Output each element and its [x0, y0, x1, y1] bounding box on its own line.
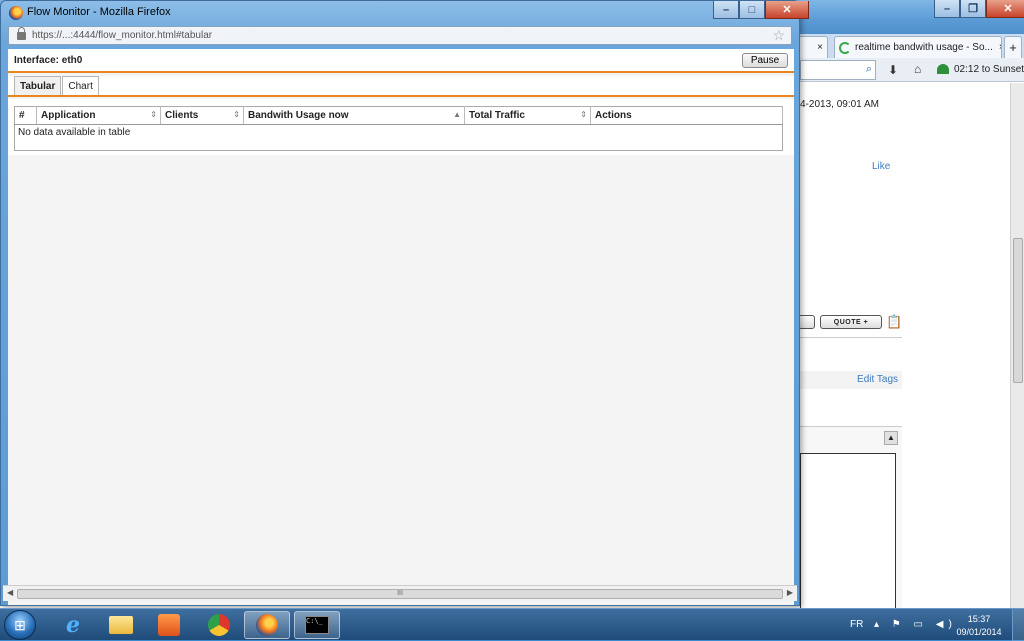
clock-time: 15:37: [967, 614, 991, 624]
edit-tags-link[interactable]: Edit Tags: [857, 374, 898, 385]
interface-bar: Interface: eth0 Pause: [8, 49, 794, 73]
minimize-button[interactable]: –: [934, 0, 960, 18]
start-button[interactable]: ⊞: [4, 610, 36, 640]
lock-icon: [17, 26, 26, 40]
sort-icon: ⇕: [150, 110, 157, 119]
minimize-button[interactable]: –: [713, 1, 739, 19]
multi-quote-icon[interactable]: 📋: [886, 314, 902, 330]
media-player-icon[interactable]: [146, 611, 192, 639]
table-panel: # Application ⇕ Clients ⇕ Bandwith Usage n…: [8, 99, 794, 155]
sunset-countdown: 02:12 to Sunset: [954, 64, 1024, 75]
view-tabs: Tabular Chart: [8, 76, 794, 97]
flow-monitor-window: Flow Monitor - Mozilla Firefox – □ ✕ htt…: [0, 0, 809, 606]
tab-tabular[interactable]: Tabular: [14, 76, 62, 95]
background-url-field[interactable]: ⌕: [800, 60, 876, 80]
file-explorer-icon[interactable]: [98, 611, 144, 639]
sort-icon: ⇕: [233, 110, 240, 119]
background-navbar: ⌕ ⬇ ⌂ 02:12 to Sunset: [800, 58, 1024, 82]
restore-button[interactable]: ❐: [960, 0, 986, 18]
tab-realtime-bandwith[interactable]: realtime bandwith usage - So... ×: [834, 36, 1002, 58]
table-header-row: # Application ⇕ Clients ⇕ Bandwith Usage n…: [14, 106, 783, 125]
empty-table-message: No data available in table: [18, 127, 131, 138]
scrollbar-thumb[interactable]: [1013, 238, 1023, 383]
pause-button[interactable]: Pause: [742, 53, 788, 68]
sunset-icon: [937, 64, 949, 74]
background-page-content: 4-2013, 09:01 AM Like QUOTE + 📋 Edit Tag…: [798, 83, 1024, 609]
scrollbar-grip: III: [397, 590, 403, 597]
url-text[interactable]: https://...:4444/flow_monitor.html#tabul…: [32, 30, 772, 41]
table-row: No data available in table: [15, 125, 783, 151]
close-button[interactable]: ✕: [986, 0, 1024, 18]
window-title: Flow Monitor - Mozilla Firefox: [27, 6, 171, 18]
bookmark-star-icon[interactable]: ☆: [772, 27, 785, 44]
scroll-left-icon[interactable]: ◀: [7, 588, 13, 597]
flows-table: # Application ⇕ Clients ⇕ Bandwith Usage n…: [14, 106, 783, 151]
clock-date: 09/01/2014: [956, 627, 1002, 637]
firefox-taskbar-icon[interactable]: [244, 611, 290, 639]
tab-title: realtime bandwith usage - So...: [855, 42, 993, 53]
quote-button[interactable]: QUOTE +: [820, 315, 882, 329]
column-header-total-traffic[interactable]: Total Traffic ⇕: [464, 106, 591, 125]
column-header-application[interactable]: Application ⇕: [36, 106, 161, 125]
system-tray-icons[interactable]: ▴ ⚑ ▭ ◀): [874, 619, 957, 630]
search-icon[interactable]: ⌕: [866, 63, 872, 76]
clock[interactable]: 15:37 09/01/2014: [952, 613, 1006, 639]
background-window-controls: – ❐ ✕: [934, 0, 1024, 18]
scrollbar-thumb[interactable]: III: [17, 589, 783, 599]
divider: [800, 337, 902, 338]
post-date: 4-2013, 09:01 AM: [800, 99, 879, 110]
command-prompt-icon[interactable]: C:\_: [294, 611, 340, 639]
collapse-up-icon[interactable]: ▲: [884, 431, 898, 445]
sort-ascending-icon: ▲: [453, 110, 461, 119]
background-tabstrip: × realtime bandwith usage - So... × +: [798, 34, 1024, 58]
tab-chart[interactable]: Chart: [62, 76, 99, 95]
chrome-icon[interactable]: [196, 611, 242, 639]
new-tab-button[interactable]: +: [1004, 36, 1022, 58]
horizontal-scrollbar[interactable]: ◀ III ▶: [3, 585, 797, 601]
partial-tab[interactable]: ×: [798, 36, 828, 58]
url-bar[interactable]: https://...:4444/flow_monitor.html#tabul…: [8, 26, 792, 45]
reply-editor[interactable]: [800, 453, 896, 609]
column-header-actions: Actions: [590, 106, 783, 125]
scroll-right-icon[interactable]: ▶: [787, 588, 793, 597]
show-desktop-button[interactable]: [1012, 609, 1024, 641]
tags-bar: Edit Tags: [800, 371, 902, 389]
home-icon[interactable]: ⌂: [914, 62, 921, 76]
maximize-button[interactable]: □: [739, 1, 765, 19]
close-button[interactable]: ✕: [765, 1, 809, 19]
column-header-clients[interactable]: Clients ⇕: [160, 106, 244, 125]
vertical-scrollbar[interactable]: [1010, 83, 1024, 608]
sort-icon: ⇕: [580, 110, 587, 119]
internet-explorer-icon[interactable]: e: [50, 611, 96, 639]
column-header-bandwith-usage[interactable]: Bandwith Usage now ▲: [243, 106, 465, 125]
firefox-icon: [9, 6, 23, 20]
partial-button[interactable]: [798, 315, 815, 329]
download-icon[interactable]: ⬇: [888, 63, 898, 77]
language-indicator[interactable]: FR: [850, 619, 863, 630]
popup-window-controls: – □ ✕: [713, 1, 809, 19]
reply-box: ▲: [800, 426, 902, 609]
interface-label: Interface: eth0: [14, 54, 83, 66]
page-body: Interface: eth0 Pause Tabular Chart # Ap…: [8, 49, 794, 605]
loading-spinner-icon: [839, 41, 851, 54]
like-link[interactable]: Like: [872, 161, 890, 172]
taskbar: ⊞ e C:\_ FR ▴ ⚑ ▭ ◀) 15:37 09/01/2014: [0, 608, 1024, 641]
column-header-index[interactable]: #: [14, 106, 37, 125]
tab-close-icon[interactable]: ×: [999, 42, 1001, 53]
tab-close-icon[interactable]: ×: [817, 42, 823, 53]
